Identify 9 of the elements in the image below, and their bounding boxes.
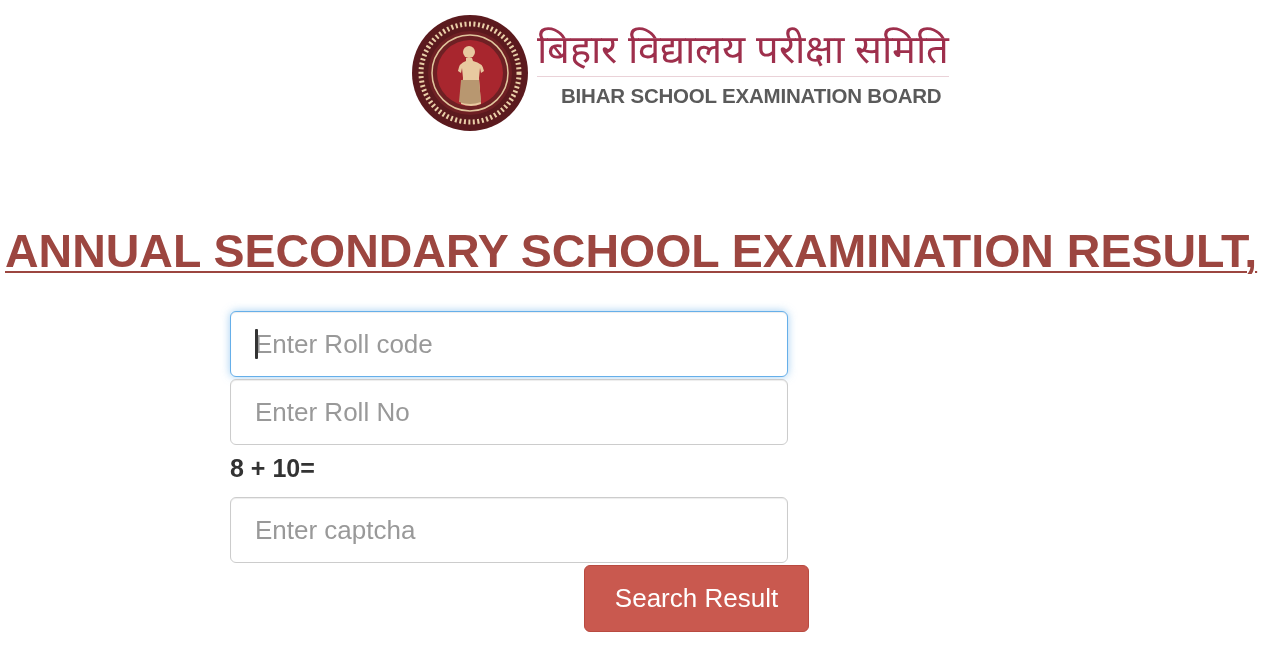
text-input-field[interactable]: Enter captcha bbox=[230, 497, 788, 563]
page-heading: ANNUAL SECONDARY SCHOOL EXAMINATION RESULT, bbox=[4, 224, 1259, 278]
captcha-question: 8 + 10= bbox=[230, 453, 315, 484]
text-cursor-icon bbox=[255, 329, 258, 359]
text-input-field[interactable]: Enter Roll code bbox=[230, 311, 788, 377]
board-name-english: BIHAR SCHOOL EXAMINATION BOARD bbox=[561, 84, 942, 108]
board-name-hindi: बिहार विद्यालय परीक्षा समिति bbox=[537, 24, 950, 77]
text-input-field[interactable]: Enter Roll No bbox=[230, 379, 788, 445]
search-result-button[interactable]: Search Result bbox=[584, 565, 809, 632]
